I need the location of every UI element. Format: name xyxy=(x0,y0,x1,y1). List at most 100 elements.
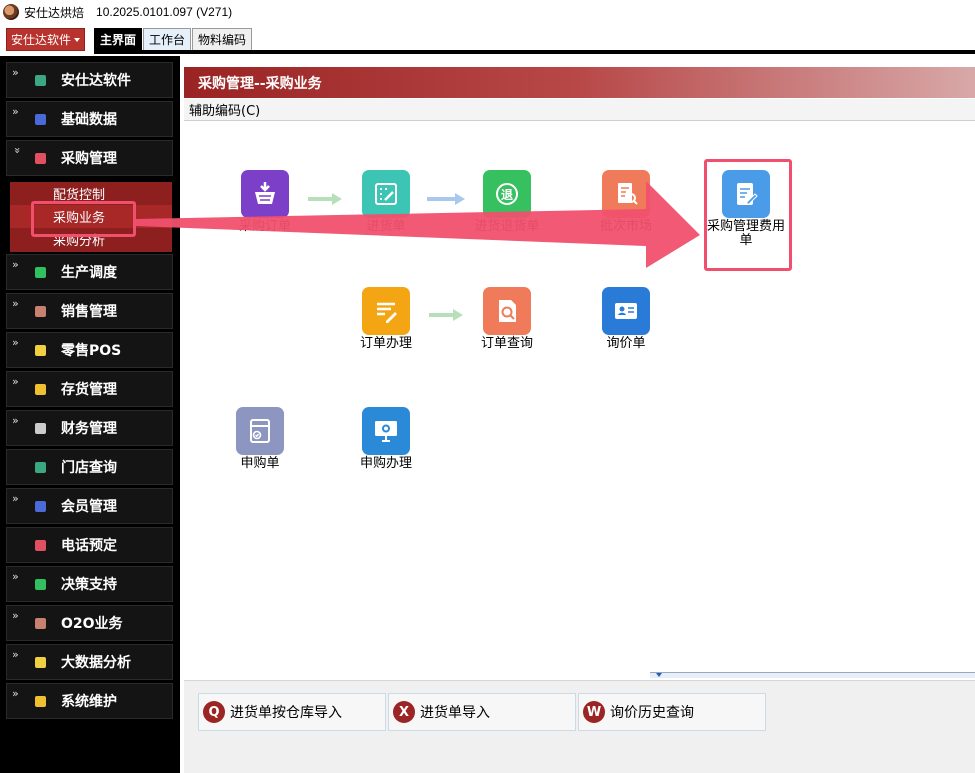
func-label: 进货退货单 xyxy=(474,219,540,234)
sidebar-item-retail-pos[interactable]: » 零售POS xyxy=(6,332,173,368)
func-purchase-return[interactable]: 退 进货退货单 xyxy=(467,170,547,234)
func-inquiry[interactable]: 询价单 xyxy=(586,287,666,351)
sidebar-item-big-data[interactable]: » 大数据分析 xyxy=(6,644,173,680)
button-label: 询价历史查询 xyxy=(610,705,694,721)
func-label: 采购订单 xyxy=(238,219,291,234)
func-label: 申购办理 xyxy=(359,456,412,471)
chevron-icon: » xyxy=(12,687,19,700)
sidebar-item-o2o[interactable]: » O2O业务 xyxy=(6,605,173,641)
sidebar-item-system[interactable]: » 系统维护 xyxy=(6,683,173,719)
tab-workbench[interactable]: 工作台 xyxy=(143,28,192,51)
main-panel: 采购管理--采购业务 辅助编码(C) 采购订单 进货单 退 进货退货单 批次市场 xyxy=(184,67,975,773)
flow-arrow xyxy=(427,191,467,211)
func-requisition[interactable]: 申购单 xyxy=(220,407,300,471)
tab-main[interactable]: 主界面 xyxy=(94,28,143,51)
func-order-query[interactable]: 订单查询 xyxy=(467,287,547,351)
func-order-handling[interactable]: 订单办理 xyxy=(346,287,426,351)
inquiry-history-button[interactable]: W 询价历史查询 xyxy=(578,693,766,731)
sidebar-item-label: 门店查询 xyxy=(61,460,117,476)
module-icon xyxy=(35,617,46,629)
module-icon xyxy=(35,695,46,707)
x-circle-icon: X xyxy=(393,701,415,723)
func-purchase-order[interactable]: 采购订单 xyxy=(225,170,305,234)
bottom-action-bar: Q 进货单按仓库导入 X 进货单导入 W 询价历史查询 xyxy=(184,680,975,773)
module-icon xyxy=(35,344,46,356)
sidebar-item-decision[interactable]: » 决策支持 xyxy=(6,566,173,602)
module-icon xyxy=(35,500,46,512)
toolbar: 安仕达软件 主界面 工作台 物料编码 xyxy=(0,24,975,54)
sidebar-item-label: 存货管理 xyxy=(61,382,117,398)
sidebar-item-inventory[interactable]: » 存货管理 xyxy=(6,371,173,407)
module-icon xyxy=(35,152,46,164)
sidebar-item-production[interactable]: » 生产调度 xyxy=(6,254,173,290)
sidebar: » 安仕达软件 » 基础数据 » 采购管理 配货控制 采购业务 采购分析 » 生… xyxy=(0,56,180,773)
module-icon xyxy=(35,461,46,473)
return-icon: 退 xyxy=(483,170,531,218)
id-card-icon xyxy=(602,287,650,335)
func-receipt[interactable]: 进货单 xyxy=(346,170,426,234)
tab-material-code[interactable]: 物料编码 xyxy=(192,28,253,51)
sidebar-item-label: 零售POS xyxy=(61,343,122,359)
flow-arrow xyxy=(308,191,344,211)
func-label: 订单办理 xyxy=(359,336,412,351)
sidebar-item-label: 电话预定 xyxy=(61,538,117,554)
basket-icon xyxy=(241,170,289,218)
func-label: 询价单 xyxy=(606,336,646,351)
scroll-thumb-icon[interactable] xyxy=(656,673,662,677)
edit-grid-icon xyxy=(362,170,410,218)
sidebar-item-label: 采购管理 xyxy=(61,151,117,167)
func-label: 批次市场 xyxy=(599,219,652,234)
brand-dropdown-label: 安仕达软件 xyxy=(11,33,72,47)
form-check-icon xyxy=(236,407,284,455)
sidebar-item-label: O2O业务 xyxy=(61,616,123,632)
svg-text:退: 退 xyxy=(501,188,513,202)
page-title: 采购管理--采购业务 xyxy=(184,67,975,98)
button-label: 进货单导入 xyxy=(420,705,490,721)
sidebar-item-phone-booking[interactable]: 电话预定 xyxy=(6,527,173,563)
module-icon xyxy=(35,578,46,590)
sidebar-item-label: 销售管理 xyxy=(61,304,117,320)
func-requisition-handling[interactable]: 申购办理 xyxy=(346,407,426,471)
document-search-icon xyxy=(602,170,650,218)
sidebar-item-basic-data[interactable]: » 基础数据 xyxy=(6,101,173,137)
title-bar: 安仕达烘焙 10.2025.0101.097 (V271) xyxy=(0,0,975,24)
chevron-icon: » xyxy=(12,375,19,388)
import-by-warehouse-button[interactable]: Q 进货单按仓库导入 xyxy=(198,693,386,731)
module-icon xyxy=(35,74,46,86)
assist-code-bar[interactable]: 辅助编码(C) xyxy=(184,99,975,121)
func-label: 订单查询 xyxy=(480,336,533,351)
chevron-icon: » xyxy=(12,258,19,271)
chevron-icon: » xyxy=(12,609,19,622)
module-icon xyxy=(35,422,46,434)
chevron-icon: » xyxy=(12,336,19,349)
sidebar-item-anshida[interactable]: » 安仕达软件 xyxy=(6,62,173,98)
func-batch-market[interactable]: 批次市场 xyxy=(586,170,666,234)
tab-underline xyxy=(94,50,975,54)
module-icon xyxy=(35,539,46,551)
module-icon xyxy=(35,305,46,317)
chevron-icon: » xyxy=(12,105,19,118)
sidebar-item-member[interactable]: » 会员管理 xyxy=(6,488,173,524)
app-title: 安仕达烘焙 xyxy=(24,5,85,20)
caret-down-icon xyxy=(74,37,81,42)
module-icon xyxy=(35,266,46,278)
app-version: 10.2025.0101.097 (V271) xyxy=(96,5,233,19)
sidebar-item-store-query[interactable]: 门店查询 xyxy=(6,449,173,485)
chevron-down-icon: » xyxy=(10,147,24,154)
chevron-icon: » xyxy=(12,414,19,427)
sidebar-item-purchase[interactable]: » 采购管理 xyxy=(6,140,173,176)
module-icon xyxy=(35,113,46,125)
highlight-box xyxy=(31,201,136,237)
sidebar-item-sales[interactable]: » 销售管理 xyxy=(6,293,173,329)
import-receipt-button[interactable]: X 进货单导入 xyxy=(388,693,576,731)
sidebar-item-label: 安仕达软件 xyxy=(61,73,131,89)
horizontal-scrollbar[interactable] xyxy=(650,672,975,678)
brand-dropdown-button[interactable]: 安仕达软件 xyxy=(6,28,85,51)
sidebar-item-finance[interactable]: » 财务管理 xyxy=(6,410,173,446)
app-logo-icon xyxy=(3,4,19,20)
func-label: 申购单 xyxy=(240,456,280,471)
chevron-icon: » xyxy=(12,570,19,583)
func-label: 进货单 xyxy=(366,219,406,234)
chevron-icon: » xyxy=(12,297,19,310)
sidebar-item-label: 决策支持 xyxy=(61,577,117,593)
